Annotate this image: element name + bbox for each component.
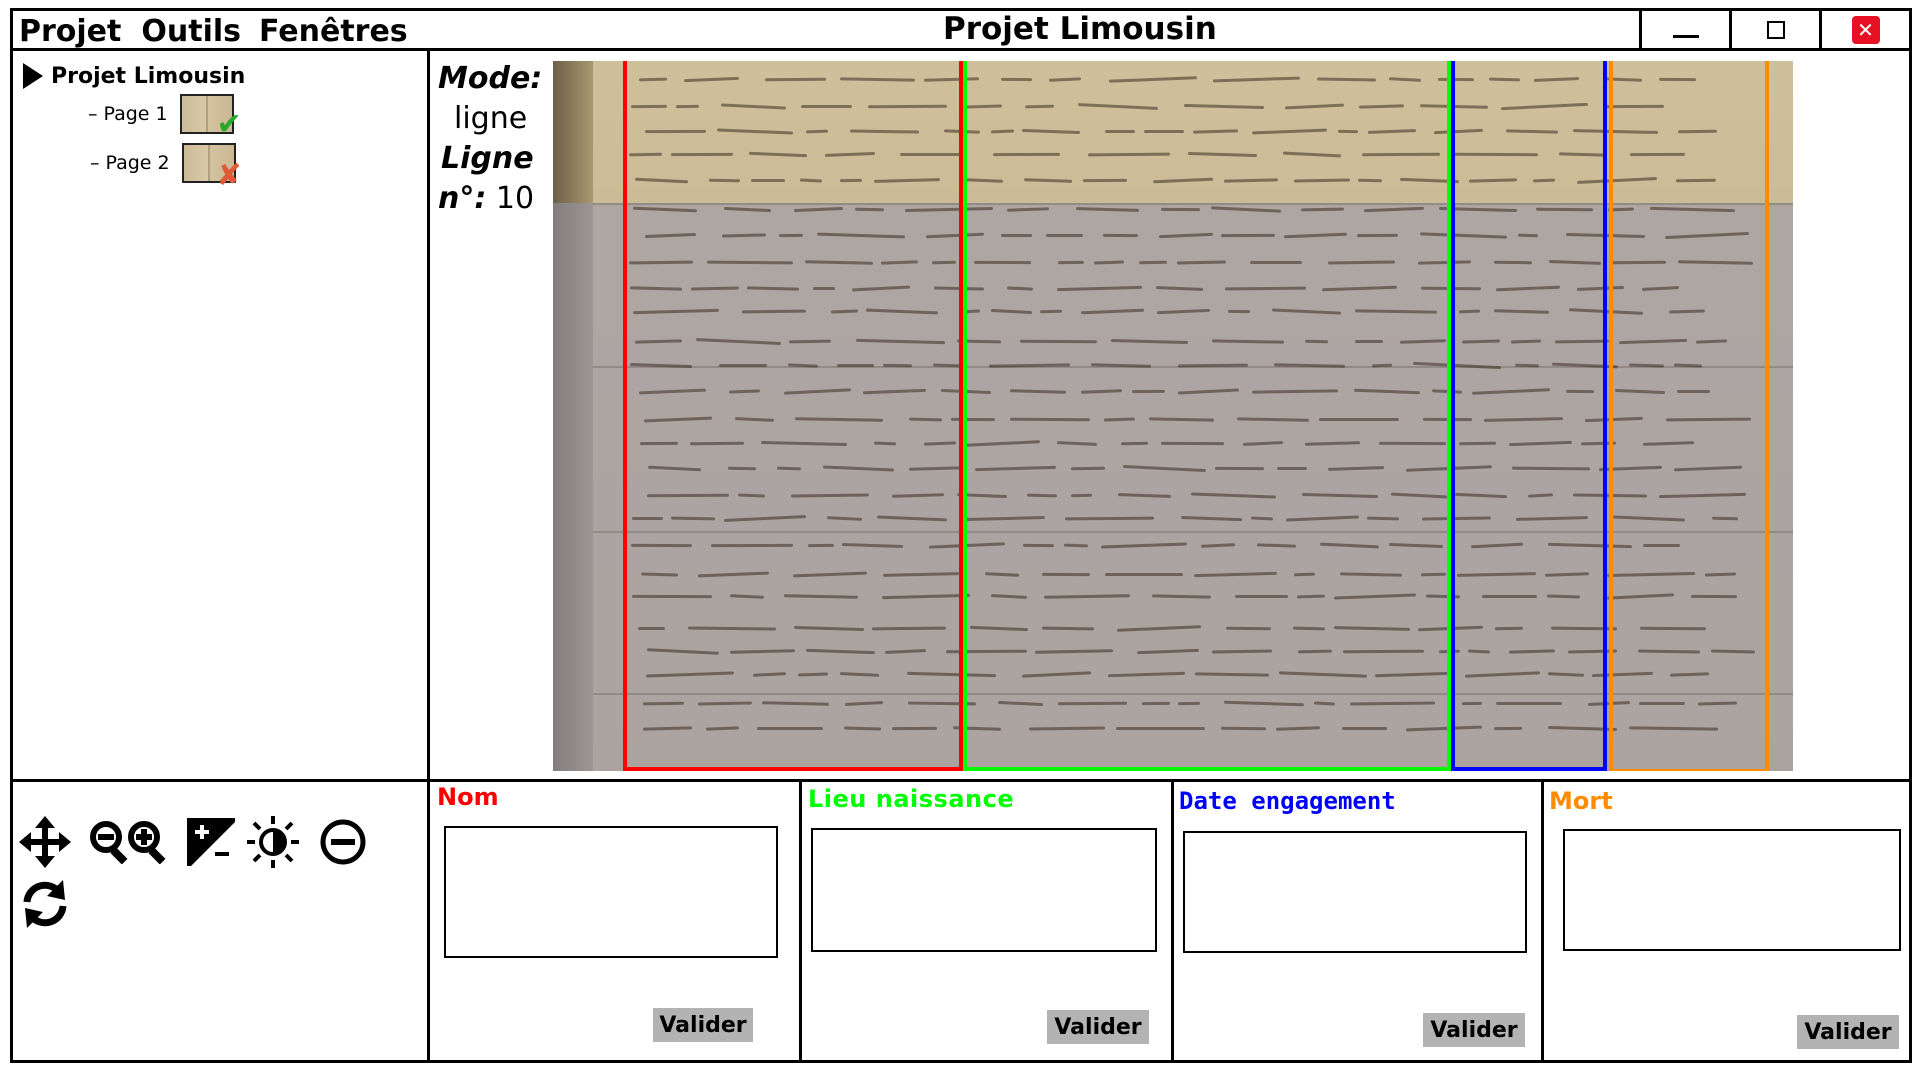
document-image[interactable] [553, 61, 1793, 771]
sidebar-divider [427, 51, 430, 1063]
page-label: Page 2 [105, 152, 170, 174]
page-thumbnail: ✔ [179, 94, 242, 140]
minimize-icon [1672, 35, 1699, 38]
line-label: Ligne [441, 141, 534, 176]
field-label-date-engagement: Date engagement [1179, 787, 1396, 815]
minus-icon[interactable] [319, 818, 367, 866]
close-icon: ✕ [1851, 15, 1880, 44]
window-controls: ✕ [1639, 11, 1909, 48]
page-label: Page 1 [103, 103, 168, 125]
zoom-in-icon[interactable] [127, 820, 171, 864]
column-box-nom[interactable] [623, 61, 963, 771]
field-input-date-engagement[interactable] [1183, 831, 1527, 953]
contrast-icon[interactable] [185, 816, 237, 868]
menu-projet[interactable]: Projet [19, 14, 121, 49]
minimize-button[interactable] [1639, 11, 1729, 48]
field-divider-3 [1541, 782, 1544, 1063]
x-icon: ✘ [216, 158, 242, 193]
line-number-label: n°: [438, 181, 487, 216]
page-thumbnail: ✘ [181, 143, 242, 191]
field-input-nom[interactable] [444, 826, 778, 958]
tree-item-page-2[interactable]: – Page 2 ✘ [90, 143, 242, 191]
menu-bar: Projet Outils Fenêtres [19, 14, 426, 49]
tree-root-project[interactable]: Projet Limousin [23, 63, 245, 89]
column-box-date-engagement[interactable] [1451, 61, 1607, 771]
column-box-lieu-naissance[interactable] [963, 61, 1451, 771]
mode-value: ligne [454, 101, 528, 136]
line-number-value: 10 [495, 181, 535, 216]
maximize-icon [1766, 20, 1785, 39]
expand-triangle-icon[interactable] [23, 63, 43, 89]
validate-button-lieu-naissance[interactable]: Valider [1047, 1010, 1149, 1044]
maximize-button[interactable] [1729, 11, 1819, 48]
refresh-icon[interactable] [19, 878, 71, 930]
menu-fenetres[interactable]: Fenêtres [259, 14, 408, 49]
field-input-mort[interactable] [1563, 829, 1901, 951]
move-icon[interactable] [19, 816, 71, 868]
field-divider-1 [799, 782, 802, 1063]
mode-panel: Mode: ligne Ligne n°: 10 [438, 59, 542, 219]
tree-root-label: Projet Limousin [51, 63, 246, 89]
column-box-mort[interactable] [1609, 61, 1769, 771]
app-window: Projet Outils Fenêtres Projet Limousin ✕… [10, 8, 1912, 1063]
field-divider-2 [1171, 782, 1174, 1063]
validate-button-date-engagement[interactable]: Valider [1423, 1013, 1525, 1047]
field-label-mort: Mort [1549, 787, 1613, 815]
field-label-lieu-naissance: Lieu naissance [808, 785, 1015, 813]
mode-label: Mode: [438, 61, 543, 96]
validate-button-mort[interactable]: Valider [1797, 1015, 1899, 1049]
project-tree: Projet Limousin [23, 63, 245, 89]
window-title: Projet Limousin [943, 11, 1217, 47]
title-bar: Projet Outils Fenêtres Projet Limousin ✕ [13, 11, 1909, 51]
bottom-divider [13, 779, 1909, 782]
check-icon: ✔ [216, 107, 242, 142]
field-input-lieu-naissance[interactable] [811, 828, 1157, 952]
field-label-nom: Nom [437, 783, 499, 811]
menu-outils[interactable]: Outils [141, 14, 241, 49]
brightness-icon[interactable] [247, 816, 299, 868]
tree-item-page-1[interactable]: – Page 1 ✔ [88, 94, 242, 140]
close-button[interactable]: ✕ [1819, 11, 1909, 48]
validate-button-nom[interactable]: Valider [653, 1008, 753, 1042]
